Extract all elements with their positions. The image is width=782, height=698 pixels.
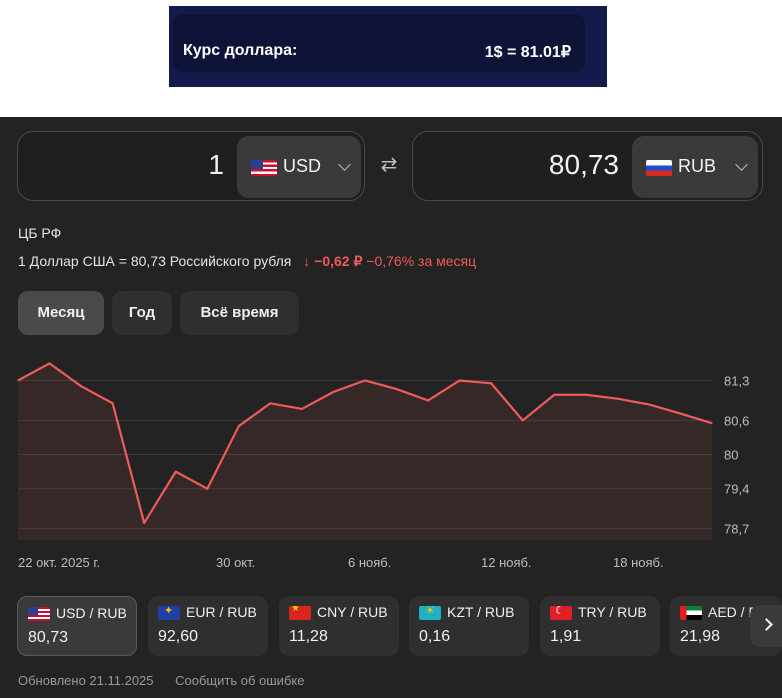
pair-value: 21,98: [680, 628, 721, 645]
to-amount-input[interactable]: 80,73: [549, 149, 619, 181]
pair-value: 1,91: [550, 628, 582, 645]
pair-eur-rub[interactable]: EUR / RUB 92,60: [148, 596, 268, 656]
rate-text: 1 Доллар США = 80,73 Российского рубля: [18, 253, 292, 269]
data-point[interactable]: [238, 425, 240, 427]
from-currency-code: USD: [283, 156, 322, 176]
rate-description: 1 Доллар США = 80,73 Российского рубля ↓…: [18, 253, 476, 270]
y-tick-label: 79,4: [724, 482, 749, 497]
data-point[interactable]: [711, 422, 713, 424]
y-tick-label: 80,6: [724, 413, 749, 428]
rate-banner-pill: Курс доллара: 1$ = 81.01₽: [173, 14, 585, 72]
from-amount-box[interactable]: 1 USD: [17, 131, 365, 201]
pair-value: 0,16: [419, 628, 451, 645]
tab-all-time[interactable]: Всё время: [180, 291, 299, 335]
data-point[interactable]: [396, 388, 398, 390]
data-point[interactable]: [427, 399, 429, 401]
ae-flag-icon: [680, 606, 702, 620]
series-area: [18, 363, 712, 540]
data-point[interactable]: [143, 522, 145, 524]
cn-flag-icon: [289, 606, 311, 620]
tab-year[interactable]: Год: [112, 291, 172, 335]
x-tick-label: 12 нояб.: [481, 555, 532, 570]
x-tick-label: 18 нояб.: [613, 555, 664, 570]
change-period: за месяц: [418, 253, 477, 269]
pair-name: EUR / RUB: [186, 604, 257, 620]
y-tick-label: 81,3: [724, 373, 749, 388]
pair-cny-rub[interactable]: CNY / RUB 11,28: [279, 596, 399, 656]
data-point[interactable]: [616, 398, 618, 400]
chevron-down-icon: [338, 158, 351, 171]
banner-rate: 1$ = 81.01₽: [484, 44, 571, 61]
data-point[interactable]: [585, 394, 587, 396]
x-tick-label: 30 окт.: [216, 555, 255, 570]
currency-widget: 1 USD ⇄ 80,73 RUB ЦБ РФ 1 Доллар США = 8…: [0, 117, 782, 698]
data-point[interactable]: [679, 413, 681, 415]
data-point[interactable]: [17, 379, 19, 381]
updated-date: Обновлено 21.11.2025: [18, 673, 154, 688]
chevron-down-icon: [735, 158, 748, 171]
chevron-right-icon: [760, 618, 773, 631]
data-point[interactable]: [301, 408, 303, 410]
data-point[interactable]: [269, 402, 271, 404]
to-amount-box[interactable]: 80,73 RUB: [412, 131, 763, 201]
footer: Обновлено 21.11.2025 Сообщить об ошибке: [18, 673, 304, 688]
pair-kzt-rub[interactable]: KZT / RUB 0,16: [409, 596, 529, 656]
data-point[interactable]: [459, 379, 461, 381]
pair-name: CNY / RUB: [317, 604, 388, 620]
swap-icon[interactable]: ⇄: [377, 155, 401, 175]
rate-chart[interactable]: 81,3 80,6 80 79,4 78,7 22 окт. 2025 г. 30 окт.…: [0, 344, 782, 576]
pair-value: 80,73: [28, 629, 69, 646]
data-point[interactable]: [49, 362, 51, 364]
currency-pairs: USD / RUB 80,73 EUR / RUB 92,60 CNY / RU…: [0, 596, 782, 658]
x-tick-label: 6 нояб.: [348, 555, 391, 570]
data-point[interactable]: [206, 488, 208, 490]
pair-name: KZT / RUB: [447, 604, 515, 620]
banner-label: Курс доллара:: [183, 42, 298, 59]
data-point[interactable]: [332, 391, 334, 393]
eu-flag-icon: [158, 606, 180, 620]
change-percent: −0,76%: [366, 253, 415, 269]
top-banner: Курс доллара: 1$ = 81.01₽: [169, 6, 607, 87]
pair-value: 11,28: [289, 628, 328, 645]
us-flag-icon: [28, 607, 50, 621]
rate-source: ЦБ РФ: [18, 225, 62, 241]
next-pairs-button[interactable]: [750, 605, 782, 647]
data-point[interactable]: [648, 403, 650, 405]
data-point[interactable]: [553, 394, 555, 396]
report-error-link[interactable]: Сообщить об ошибке: [175, 673, 304, 688]
y-tick-label: 78,7: [724, 522, 749, 537]
data-point[interactable]: [80, 385, 82, 387]
ru-flag-icon: [646, 160, 672, 176]
pair-name: TRY / RUB: [578, 604, 647, 620]
arrow-down-icon: ↓: [303, 253, 311, 269]
pair-usd-rub[interactable]: USD / RUB 80,73: [17, 596, 137, 656]
data-point[interactable]: [112, 402, 114, 404]
from-currency-select[interactable]: USD: [237, 136, 361, 198]
to-currency-select[interactable]: RUB: [632, 136, 758, 198]
data-point[interactable]: [522, 419, 524, 421]
us-flag-icon: [251, 160, 277, 176]
data-point[interactable]: [175, 471, 177, 473]
tab-month[interactable]: Месяц: [18, 291, 104, 335]
y-tick-label: 80: [724, 448, 738, 463]
change-absolute: −0,62 ₽: [314, 253, 363, 269]
data-point[interactable]: [490, 382, 492, 384]
from-amount-input[interactable]: 1: [208, 149, 224, 181]
tr-flag-icon: [550, 606, 572, 620]
pair-name: USD / RUB: [56, 605, 127, 621]
pair-try-rub[interactable]: TRY / RUB 1,91: [540, 596, 660, 656]
x-tick-label: 22 окт. 2025 г.: [18, 555, 100, 570]
pair-value: 92,60: [158, 628, 199, 645]
to-currency-code: RUB: [678, 156, 717, 176]
data-point[interactable]: [364, 379, 366, 381]
rate-change: ↓ −0,62 ₽ −0,76% за месяц: [303, 253, 476, 269]
kz-flag-icon: [419, 606, 441, 620]
